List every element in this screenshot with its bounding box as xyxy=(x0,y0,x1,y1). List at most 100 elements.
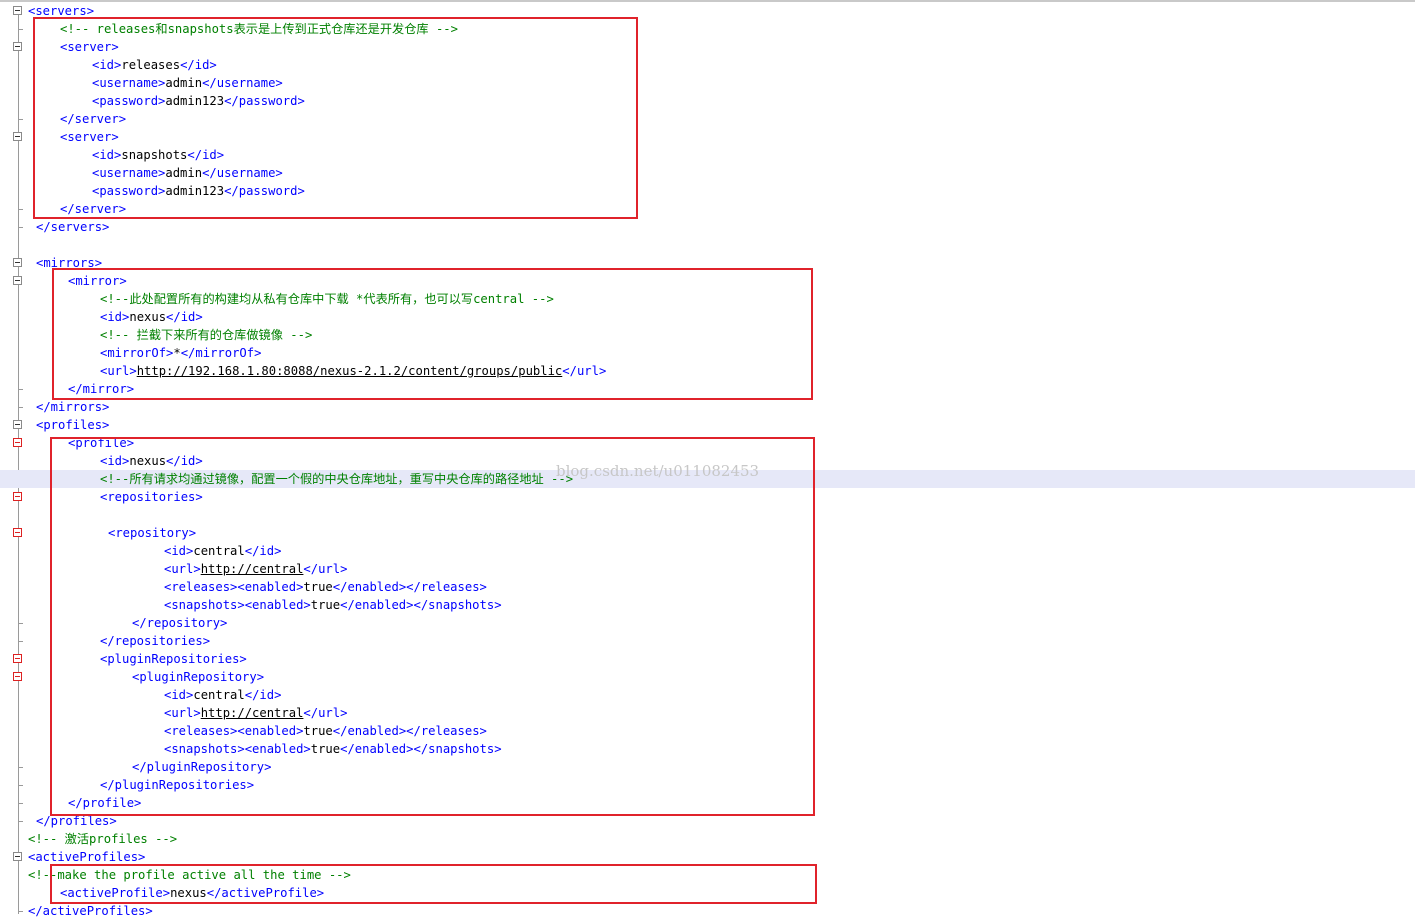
code-text: </activeProfiles> xyxy=(28,902,153,920)
code-line[interactable]: <server> xyxy=(0,38,1415,56)
collapse-icon[interactable] xyxy=(13,438,22,447)
code-line[interactable]: <mirrors> xyxy=(0,254,1415,272)
code-text: <snapshots><enabled>true</enabled></snap… xyxy=(164,596,502,614)
code-line[interactable]: </pluginRepository> xyxy=(0,758,1415,776)
xml-text: admin xyxy=(165,76,203,90)
code-text: <releases><enabled>true</enabled></relea… xyxy=(164,578,487,596)
code-line[interactable]: <!--此处配置所有的构建均从私有仓库中下载 *代表所有，也可以写central… xyxy=(0,290,1415,308)
code-line[interactable]: <mirror> xyxy=(0,272,1415,290)
collapse-icon[interactable] xyxy=(13,132,22,141)
code-line[interactable]: <profiles> xyxy=(0,416,1415,434)
code-line[interactable]: </servers> xyxy=(0,218,1415,236)
code-text: <activeProfiles> xyxy=(28,848,145,866)
xml-tag: <password> xyxy=(92,184,166,198)
url-link[interactable]: http://central xyxy=(201,706,304,720)
xml-text: snapshots xyxy=(121,148,188,162)
xml-tag: </pluginRepositories> xyxy=(100,778,255,792)
code-line[interactable]: <snapshots><enabled>true</enabled></snap… xyxy=(0,596,1415,614)
code-line[interactable]: </repository> xyxy=(0,614,1415,632)
collapse-icon[interactable] xyxy=(13,852,22,861)
code-line[interactable]: <password>admin123</password> xyxy=(0,92,1415,110)
code-line[interactable]: </profile> xyxy=(0,794,1415,812)
code-text: <username>admin</username> xyxy=(92,74,283,92)
code-text: <mirror> xyxy=(68,272,127,290)
xml-tag: </pluginRepository> xyxy=(132,760,272,774)
code-text: </mirrors> xyxy=(36,398,109,416)
code-line[interactable]: <!-- releases和snapshots表示是上传到正式仓库还是开发仓库 … xyxy=(0,20,1415,38)
code-line[interactable]: </activeProfiles> xyxy=(0,902,1415,920)
code-line[interactable]: <snapshots><enabled>true</enabled></snap… xyxy=(0,740,1415,758)
collapse-icon[interactable] xyxy=(13,258,22,267)
code-line[interactable]: <server> xyxy=(0,128,1415,146)
code-text: <server> xyxy=(60,38,119,56)
xml-tag: <id> xyxy=(92,148,122,162)
code-line[interactable]: <id>central</id> xyxy=(0,686,1415,704)
code-line[interactable]: <username>admin</username> xyxy=(0,74,1415,92)
xml-tag: <profile> xyxy=(68,436,135,450)
code-line[interactable]: </profiles> xyxy=(0,812,1415,830)
xml-tag: <pluginRepository> xyxy=(132,670,265,684)
collapse-icon[interactable] xyxy=(13,492,22,501)
code-line[interactable]: <repositories> xyxy=(0,488,1415,506)
xml-tag: <mirrorOf> xyxy=(100,346,174,360)
xml-text: true xyxy=(303,724,333,738)
code-line[interactable]: <activeProfile>nexus</activeProfile> xyxy=(0,884,1415,902)
xml-text: nexus xyxy=(129,310,167,324)
code-line[interactable]: <id>snapshots</id> xyxy=(0,146,1415,164)
collapse-icon[interactable] xyxy=(13,276,22,285)
code-line[interactable]: <url>http://central</url> xyxy=(0,560,1415,578)
collapse-icon[interactable] xyxy=(13,42,22,51)
fold-end-marker xyxy=(18,821,23,822)
code-text: <servers> xyxy=(28,2,94,20)
code-line[interactable]: <mirrorOf>*</mirrorOf> xyxy=(0,344,1415,362)
code-line[interactable]: <releases><enabled>true</enabled></relea… xyxy=(0,578,1415,596)
code-line[interactable]: </mirror> xyxy=(0,380,1415,398)
code-line[interactable]: <password>admin123</password> xyxy=(0,182,1415,200)
code-text: <!-- releases和snapshots表示是上传到正式仓库还是开发仓库 … xyxy=(60,20,458,38)
xml-tag: </url> xyxy=(303,706,348,720)
code-line[interactable]: <!-- 拦截下来所有的仓库做镜像 --> xyxy=(0,326,1415,344)
collapse-icon[interactable] xyxy=(13,654,22,663)
url-link[interactable]: http://central xyxy=(201,562,304,576)
collapse-icon[interactable] xyxy=(13,672,22,681)
xml-tag: </profile> xyxy=(68,796,142,810)
collapse-icon[interactable] xyxy=(13,528,22,537)
url-link[interactable]: http://192.168.1.80:8088/nexus-2.1.2/con… xyxy=(137,364,563,378)
xml-comment: <!--make the profile active all the time… xyxy=(28,868,351,882)
collapse-icon[interactable] xyxy=(13,420,22,429)
code-line[interactable]: </server> xyxy=(0,110,1415,128)
code-line[interactable]: <profile> xyxy=(0,434,1415,452)
code-line[interactable]: <pluginRepository> xyxy=(0,668,1415,686)
code-line[interactable]: <repository> xyxy=(0,524,1415,542)
code-line[interactable]: <id>central</id> xyxy=(0,542,1415,560)
fold-end-marker xyxy=(18,407,23,408)
fold-end-marker xyxy=(18,623,23,624)
code-line[interactable]: <id>releases</id> xyxy=(0,56,1415,74)
code-line[interactable]: </server> xyxy=(0,200,1415,218)
code-line[interactable]: <pluginRepositories> xyxy=(0,650,1415,668)
xml-tag: <activeProfile> xyxy=(60,886,171,900)
code-line[interactable]: <url>http://192.168.1.80:8088/nexus-2.1.… xyxy=(0,362,1415,380)
code-line[interactable]: <activeProfiles> xyxy=(0,848,1415,866)
xml-tag: <snapshots><enabled> xyxy=(164,598,311,612)
code-line[interactable]: </repositories> xyxy=(0,632,1415,650)
code-line[interactable]: <!-- 激活profiles --> xyxy=(0,830,1415,848)
code-line[interactable]: <releases><enabled>true</enabled></relea… xyxy=(0,722,1415,740)
collapse-icon[interactable] xyxy=(13,6,22,15)
xml-tag: <pluginRepositories> xyxy=(100,652,247,666)
code-line[interactable]: <!--make the profile active all the time… xyxy=(0,866,1415,884)
code-line[interactable]: <url>http://central</url> xyxy=(0,704,1415,722)
code-line[interactable]: <servers> xyxy=(0,2,1415,20)
xml-tag: <mirror> xyxy=(68,274,127,288)
code-line[interactable]: </mirrors> xyxy=(0,398,1415,416)
code-line[interactable] xyxy=(0,236,1415,254)
code-line[interactable]: <id>nexus</id> xyxy=(0,308,1415,326)
code-line[interactable]: <username>admin</username> xyxy=(0,164,1415,182)
xml-comment: <!-- 激活profiles --> xyxy=(28,832,178,846)
code-text: <profiles> xyxy=(36,416,109,434)
code-line[interactable]: </pluginRepositories> xyxy=(0,776,1415,794)
code-text: <id>central</id> xyxy=(164,686,281,704)
code-line[interactable] xyxy=(0,506,1415,524)
xml-tag: </enabled></releases> xyxy=(332,724,487,738)
xml-code-editor[interactable]: <servers> <!-- releases和snapshots表示是上传到正式… xyxy=(0,2,1415,920)
